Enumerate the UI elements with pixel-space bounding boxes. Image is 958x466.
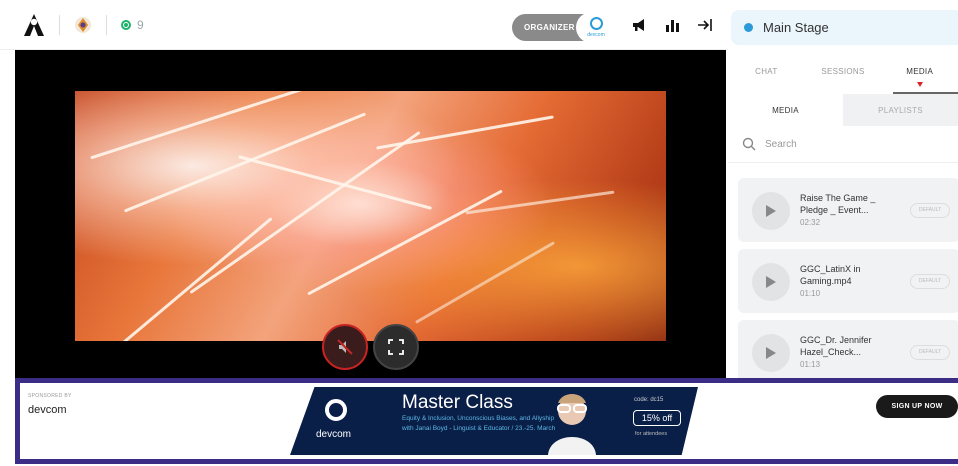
media-item[interactable]: Raise The Game _ Pledge _ Event... 02:32… (738, 178, 958, 242)
banner-title: Master Class (402, 392, 513, 413)
sponsor-name[interactable]: devcom (28, 404, 67, 416)
sponsor-bar: SPONSORED BY devcom devcom Master Class … (15, 378, 958, 464)
media-subtabs: MEDIA PLAYLISTS (728, 94, 958, 126)
unmute-button[interactable] (322, 324, 368, 370)
viewer-count: 9 (121, 18, 144, 32)
speaker-portrait-icon (548, 394, 596, 455)
media-title: GGC_LatinX in Gaming.mp4 (800, 264, 861, 286)
role-label: ORGANIZER (524, 23, 575, 32)
search-icon (742, 137, 756, 151)
event-logo-icon[interactable] (74, 16, 92, 34)
play-button[interactable] (752, 334, 790, 372)
light-streak (123, 112, 367, 213)
play-button[interactable] (752, 263, 790, 301)
sign-up-button[interactable]: SIGN UP NOW (876, 395, 958, 418)
media-title: GGC_Dr. Jennifer Hazel_Check... (800, 335, 872, 357)
top-bar: 9 (0, 0, 728, 50)
light-streak (307, 189, 503, 296)
banner-brand: devcom (316, 429, 352, 440)
default-badge[interactable]: DEFAULT (910, 274, 950, 289)
media-duration: 01:10 (800, 289, 821, 298)
devcom-pin-icon (325, 399, 347, 421)
megaphone-icon[interactable] (631, 17, 647, 33)
devcom-pin-icon (589, 17, 603, 30)
light-streak (414, 241, 556, 324)
panel-tabs: CHAT SESSIONS MEDIA (728, 50, 958, 94)
media-item[interactable]: GGC_Dr. Jennifer Hazel_Check... 01:13 DE… (738, 320, 958, 384)
video-frame (75, 91, 666, 341)
media-duration: 02:32 (800, 218, 821, 227)
light-streak (376, 115, 554, 150)
subtab-playlists[interactable]: PLAYLISTS (843, 94, 958, 126)
default-badge[interactable]: DEFAULT (910, 203, 950, 218)
light-streak (117, 217, 273, 341)
video-player[interactable] (15, 50, 726, 378)
media-title: Raise The Game _ Pledge _ Event... (800, 193, 876, 215)
tab-chat[interactable]: CHAT (728, 50, 805, 94)
divider (59, 14, 60, 35)
side-panel: CHAT SESSIONS MEDIA MEDIA PLAYLISTS Rais… (728, 50, 958, 384)
fullscreen-button[interactable] (373, 324, 419, 370)
event-stage-page: 9 ORGANIZER devcom Main Stage CHAT SESSI… (0, 0, 958, 466)
light-streak (238, 155, 432, 210)
media-item[interactable]: GGC_LatinX in Gaming.mp4 01:10 DEFAULT (738, 249, 958, 313)
stage-selector[interactable]: Main Stage (731, 10, 958, 45)
light-streak (189, 130, 421, 295)
play-icon (766, 276, 776, 288)
light-streak (465, 190, 615, 215)
sponsor-banner[interactable]: devcom Master Class Equity & Inclusion, … (290, 387, 698, 455)
play-button[interactable] (752, 192, 790, 230)
banner-subtitle: Equity & Inclusion, Unconscious Biases, … (402, 415, 556, 432)
discount-code: code: dc15 (634, 397, 664, 403)
default-badge[interactable]: DEFAULT (910, 345, 950, 360)
viewers-icon (121, 19, 131, 30)
tab-media[interactable]: MEDIA (881, 50, 958, 94)
media-duration: 01:13 (800, 360, 821, 369)
discount-badge: 15% off (633, 410, 681, 426)
discount-note: for attendees (635, 431, 668, 437)
sponsored-by-label: SPONSORED BY (28, 393, 72, 399)
viewer-count-value: 9 (137, 17, 144, 32)
play-icon (766, 205, 776, 217)
divider (106, 14, 107, 35)
app-logo-icon[interactable] (23, 13, 45, 37)
collapse-panel-icon[interactable] (697, 17, 713, 33)
media-search (728, 126, 958, 163)
role-brand-badge: devcom (576, 12, 616, 43)
fullscreen-icon (388, 339, 404, 355)
subtab-media[interactable]: MEDIA (728, 94, 843, 126)
play-icon (766, 347, 776, 359)
stage-status-dot (744, 23, 753, 32)
stage-name: Main Stage (763, 20, 829, 35)
bar-chart-icon[interactable] (664, 17, 680, 33)
sponsor-content: SPONSORED BY devcom devcom Master Class … (20, 383, 958, 459)
role-brand-text: devcom (587, 32, 605, 38)
muted-speaker-icon (337, 339, 353, 355)
search-input[interactable] (765, 138, 935, 150)
tab-sessions[interactable]: SESSIONS (805, 50, 882, 94)
